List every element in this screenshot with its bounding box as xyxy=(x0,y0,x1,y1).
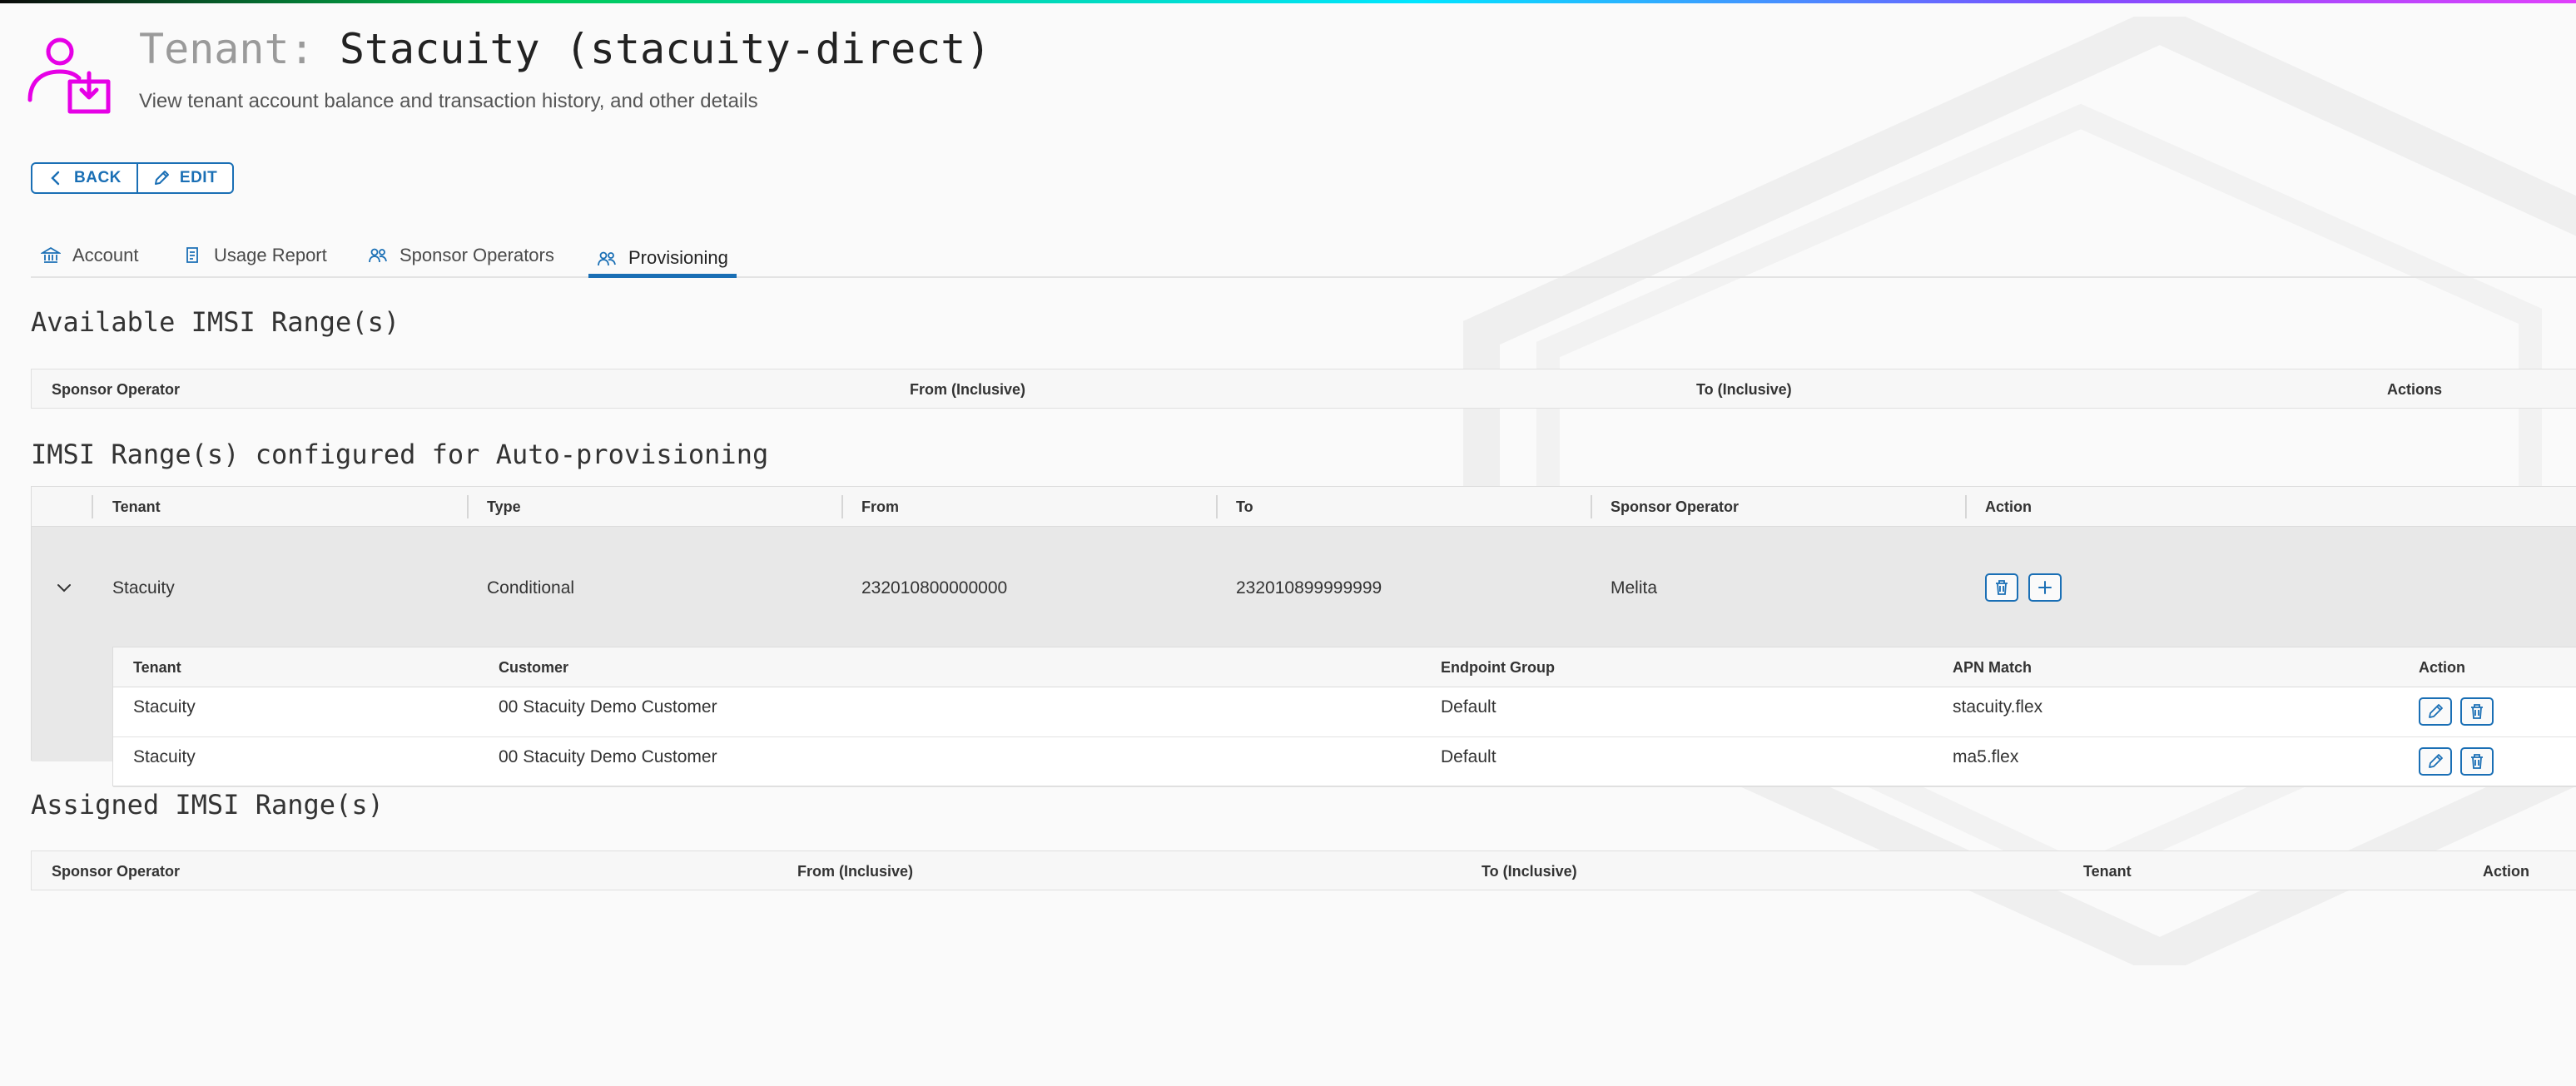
tab-sponsor-operators-label: Sponsor Operators xyxy=(400,245,554,265)
tab-usage-report-label: Usage Report xyxy=(214,245,327,265)
rule-customer: 00 Stacuity Demo Customer xyxy=(499,747,717,766)
row-from: 232010800000000 xyxy=(861,578,1008,598)
pencil-icon xyxy=(2429,704,2443,718)
assigned-ranges-table-header: Sponsor Operator From (Inclusive) To (In… xyxy=(31,850,2576,890)
delete-range-button[interactable] xyxy=(1985,573,2018,602)
assigned-ranges-title: Assigned IMSI Range(s) xyxy=(31,789,384,821)
edit-rule-button[interactable] xyxy=(2419,697,2452,726)
column-separator[interactable] xyxy=(841,495,843,518)
rule-apn-match: stacuity.flex xyxy=(1953,697,2043,717)
column-header[interactable]: From (Inclusive) xyxy=(797,863,913,880)
row-to: 232010899999999 xyxy=(1236,578,1382,598)
back-button[interactable]: BACK xyxy=(32,164,136,192)
edit-button-label: EDIT xyxy=(179,169,218,186)
autoprov-table-header: Tenant Type From To Sponsor Operator Act… xyxy=(32,487,2576,527)
edit-rule-button[interactable] xyxy=(2419,747,2452,776)
delete-rule-button[interactable] xyxy=(2460,747,2494,776)
column-header[interactable]: From xyxy=(861,498,899,516)
column-separator[interactable] xyxy=(467,495,469,518)
column-separator[interactable] xyxy=(1965,495,1967,518)
tab-account[interactable]: Account xyxy=(41,235,139,276)
rule-endpoint-group: Default xyxy=(1441,697,1496,717)
column-header[interactable]: Sponsor Operator xyxy=(52,381,180,399)
chevron-left-icon xyxy=(51,171,60,186)
edit-button[interactable]: EDIT xyxy=(136,164,232,192)
tab-usage-report[interactable]: Usage Report xyxy=(182,235,327,276)
column-header[interactable]: Type xyxy=(487,498,521,516)
trash-icon xyxy=(2471,754,2483,769)
rules-table-header: Tenant Customer Endpoint Group APN Match… xyxy=(113,647,2576,687)
column-header[interactable]: Tenant xyxy=(112,498,161,516)
rules-table-row[interactable]: Stacuity 00 Stacuity Demo Customer Defau… xyxy=(113,687,2576,737)
column-header[interactable]: APN Match xyxy=(1953,659,2032,677)
tab-provisioning[interactable]: Provisioning xyxy=(588,243,737,278)
pencil-icon xyxy=(2429,754,2443,768)
chevron-down-icon[interactable] xyxy=(55,578,73,597)
rule-tenant: Stacuity xyxy=(133,697,196,717)
column-header[interactable]: From (Inclusive) xyxy=(910,381,1025,399)
pencil-icon xyxy=(154,171,169,185)
autoprov-ranges-title: IMSI Range(s) configured for Auto-provis… xyxy=(31,439,769,470)
row-tenant: Stacuity xyxy=(112,578,175,598)
tab-provisioning-label: Provisioning xyxy=(628,247,728,268)
column-header: Action xyxy=(1985,498,2032,515)
bank-icon xyxy=(41,246,61,263)
add-rule-button[interactable] xyxy=(2028,573,2062,602)
page-subtitle: View tenant account balance and transact… xyxy=(139,90,758,112)
tab-bar: Account Usage Report Sponsor Operators P… xyxy=(31,235,2576,278)
users-icon xyxy=(598,251,616,266)
tab-account-label: Account xyxy=(72,245,139,265)
column-header: Actions xyxy=(2387,381,2443,398)
rule-apn-match: ma5.flex xyxy=(1953,747,2019,766)
header-actions: BACK EDIT xyxy=(31,162,235,194)
autoprov-table: Tenant Type From To Sponsor Operator Act… xyxy=(31,486,2576,787)
tab-sponsor-operators[interactable]: Sponsor Operators xyxy=(368,235,554,276)
row-type: Conditional xyxy=(487,578,575,598)
available-ranges-table-header: Sponsor Operator From (Inclusive) To (In… xyxy=(31,369,2576,409)
column-header[interactable]: Sponsor Operator xyxy=(1611,498,1739,516)
page-title: Tenant: Stacuity (stacuity-direct) xyxy=(139,25,991,73)
column-header[interactable]: To (Inclusive) xyxy=(1482,863,1577,880)
column-header[interactable]: Tenant xyxy=(133,659,181,677)
back-button-label: BACK xyxy=(74,169,122,186)
rules-table-row[interactable]: Stacuity 00 Stacuity Demo Customer Defau… xyxy=(113,737,2576,787)
column-header[interactable]: Customer xyxy=(499,659,568,677)
trash-icon xyxy=(2471,704,2483,719)
rule-endpoint-group: Default xyxy=(1441,747,1496,766)
autoprov-table-row[interactable]: Stacuity Conditional 232010800000000 232… xyxy=(32,527,2576,787)
provisioning-rules-table: Tenant Customer Endpoint Group APN Match… xyxy=(112,647,2576,787)
available-ranges-title: Available IMSI Range(s) xyxy=(31,306,400,338)
column-separator[interactable] xyxy=(92,495,93,518)
column-header[interactable]: Sponsor Operator xyxy=(52,863,180,880)
rule-customer: 00 Stacuity Demo Customer xyxy=(499,697,717,717)
delete-rule-button[interactable] xyxy=(2460,697,2494,726)
rule-tenant: Stacuity xyxy=(133,747,196,766)
trash-icon xyxy=(1996,580,2008,595)
column-header: Action xyxy=(2419,659,2465,676)
column-separator[interactable] xyxy=(1216,495,1218,518)
report-icon xyxy=(186,247,198,263)
users-icon xyxy=(369,248,387,263)
row-sponsor: Melita xyxy=(1611,578,1658,598)
column-header[interactable]: To (Inclusive) xyxy=(1696,381,1792,399)
column-header[interactable]: To xyxy=(1236,498,1253,516)
column-separator[interactable] xyxy=(1591,495,1592,518)
column-header[interactable]: Tenant xyxy=(2083,863,2132,880)
column-header[interactable]: Endpoint Group xyxy=(1441,659,1555,677)
tenant-user-icon xyxy=(27,37,111,114)
plus-icon xyxy=(2038,581,2052,594)
column-header: Action xyxy=(2483,863,2529,880)
